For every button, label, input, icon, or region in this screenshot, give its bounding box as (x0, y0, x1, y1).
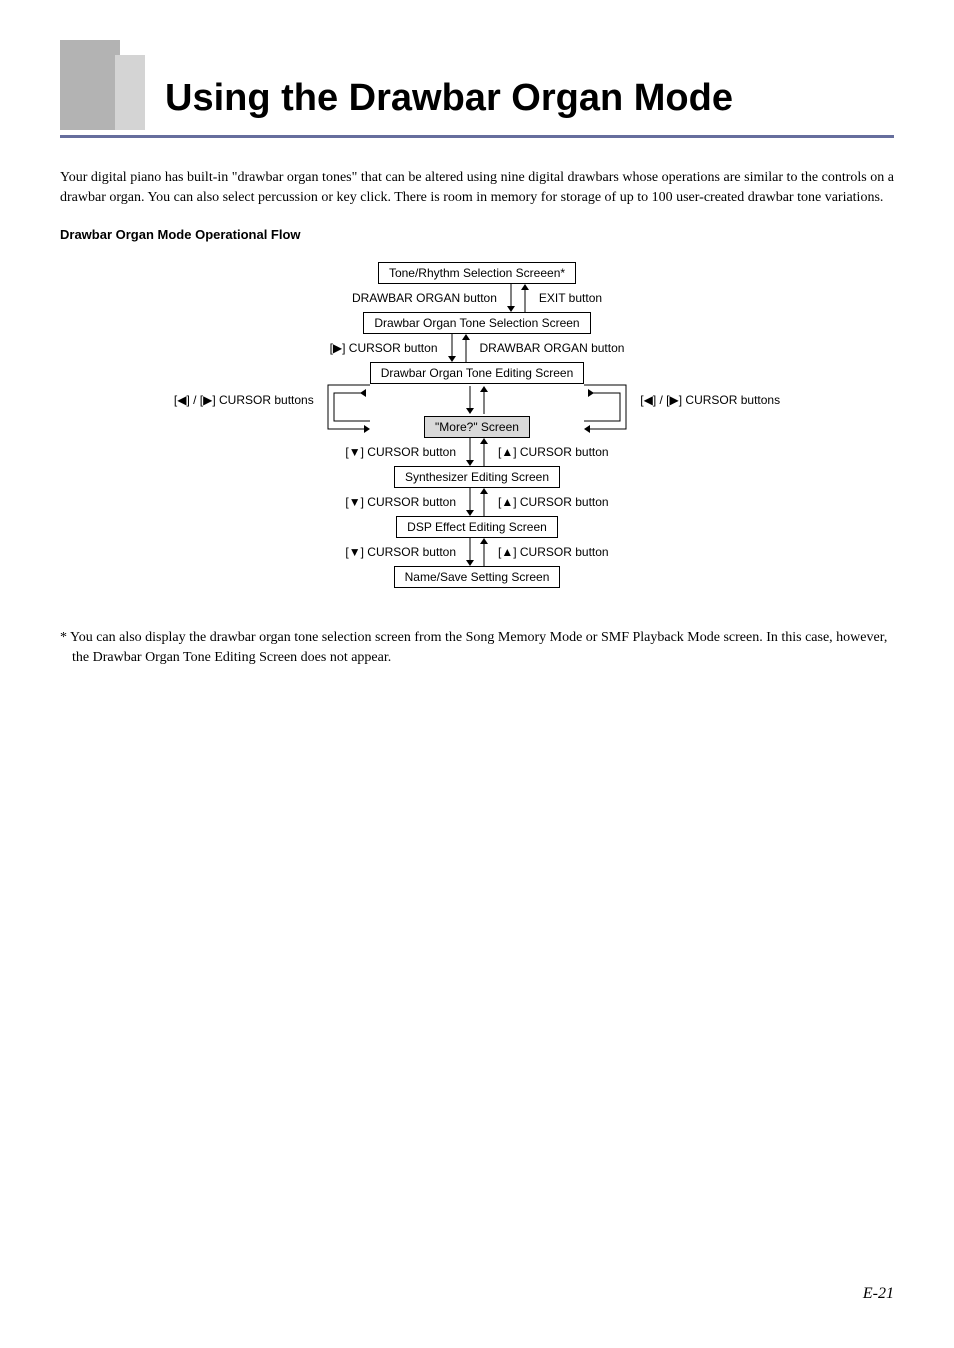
label-cursor-lr-left: [◀] / [▶] CURSOR buttons (174, 393, 314, 407)
label-cursor-right: [▶] CURSOR button (330, 341, 444, 355)
title-underline (60, 135, 894, 138)
arrow-down-up-icon (444, 334, 474, 362)
flowchart: Tone/Rhythm Selection Screeen* DRAWBAR O… (60, 262, 894, 588)
label-drawbar-organ-button-2: DRAWBAR ORGAN button (474, 341, 625, 355)
intro-paragraph: Your digital piano has built-in "drawbar… (60, 168, 894, 207)
page-number: E-21 (863, 1285, 894, 1303)
page-title: Using the Drawbar Organ Mode (165, 77, 733, 120)
header-decorative-bars (60, 40, 145, 130)
loop-right-icon (584, 381, 634, 437)
label-cursor-down-3: [▼] CURSOR button (345, 545, 462, 559)
label-cursor-down-2: [▼] CURSOR button (345, 495, 462, 509)
node-more-screen: "More?" Screen (424, 416, 530, 438)
node-dsp-editing: DSP Effect Editing Screen (396, 516, 558, 538)
label-exit-button: EXIT button (533, 291, 602, 305)
node-synth-editing: Synthesizer Editing Screen (394, 466, 560, 488)
arrow-down-up-icon (462, 538, 492, 566)
header-block: Using the Drawbar Organ Mode (60, 40, 894, 130)
label-cursor-up-1: [▲] CURSOR button (492, 445, 609, 459)
loop-left-icon (320, 381, 370, 437)
footnote: * You can also display the drawbar organ… (60, 628, 894, 667)
arrow-down-up-icon (503, 284, 533, 312)
label-drawbar-organ-button: DRAWBAR ORGAN button (352, 291, 503, 305)
node-tone-selection: Drawbar Organ Tone Selection Screen (363, 312, 590, 334)
arrow-down-up-icon (462, 488, 492, 516)
label-cursor-up-2: [▲] CURSOR button (492, 495, 609, 509)
label-cursor-lr-right: [◀] / [▶] CURSOR buttons (640, 393, 780, 407)
label-cursor-down-1: [▼] CURSOR button (345, 445, 462, 459)
arrow-down-up-icon (462, 438, 492, 466)
node-tone-rhythm: Tone/Rhythm Selection Screeen* (378, 262, 576, 284)
node-name-save: Name/Save Setting Screen (394, 566, 561, 588)
node-tone-editing: Drawbar Organ Tone Editing Screen (370, 362, 585, 384)
flow-subheading: Drawbar Organ Mode Operational Flow (60, 227, 894, 242)
arrow-down-up-icon (462, 386, 492, 414)
label-cursor-up-3: [▲] CURSOR button (492, 545, 609, 559)
